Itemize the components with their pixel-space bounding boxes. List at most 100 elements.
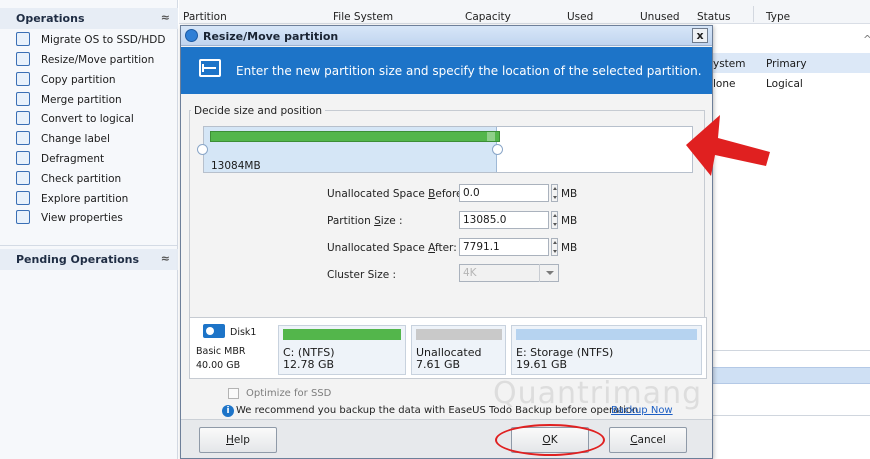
copy-icon (16, 72, 30, 86)
partition-size: 12.78 GB (283, 358, 335, 371)
disk-icon (203, 324, 225, 338)
right-resize-handle[interactable] (492, 144, 503, 155)
dialog-titlebar[interactable]: Resize/Move partition x (181, 26, 712, 46)
merge-icon (16, 92, 30, 106)
column-header-capacity[interactable]: Capacity (465, 11, 511, 23)
partition-used-bar (210, 131, 500, 142)
column-header-used[interactable]: Used (567, 11, 593, 23)
unallocated-before-label: Unallocated Space Before: (327, 188, 467, 200)
disk-map: Disk1 Basic MBR 40.00 GB C: (NTFS) 12.78… (189, 317, 707, 379)
cancel-button[interactable]: Cancel (609, 427, 687, 453)
table-cell-type: Primary (766, 58, 807, 70)
sidebar-item-label: Migrate OS to SSD/HDD (41, 34, 166, 46)
operations-header[interactable]: Operations ≈ (0, 8, 178, 29)
disk-partition-unallocated[interactable]: Unallocated 7.61 GB (411, 325, 506, 375)
optimize-ssd-checkbox[interactable] (228, 388, 239, 399)
sidebar-item-label: Convert to logical (41, 113, 134, 125)
chevron-down-icon[interactable] (539, 264, 559, 282)
optimize-ssd-label: Optimize for SSD (246, 388, 332, 399)
dialog-banner: Enter the new partition size and specify… (181, 47, 712, 94)
defragment-icon (16, 151, 30, 165)
size-spinner[interactable] (551, 211, 558, 229)
unallocated-after-label: Unallocated Space After: (327, 242, 457, 254)
sidebar-divider (0, 245, 178, 246)
cluster-size-label: Cluster Size : (327, 269, 397, 281)
sidebar-item-label: Resize/Move partition (41, 54, 155, 66)
sidebar-item-check-partition[interactable]: Check partition (0, 169, 178, 189)
column-header-file-system[interactable]: File System (333, 11, 393, 23)
app-icon (185, 29, 198, 42)
sidebar-item-label: View properties (41, 212, 123, 224)
group-label: Decide size and position (191, 105, 326, 117)
after-spinner[interactable] (551, 238, 558, 256)
partition-color-bar (516, 329, 697, 340)
column-header-type[interactable]: Type (766, 11, 790, 23)
backup-recommendation-text: We recommend you backup the data with Ea… (236, 405, 642, 416)
partition-size-input[interactable]: 13085.0 (459, 211, 549, 229)
disk-type: Basic MBR (196, 346, 246, 357)
partition-size: 7.61 GB (416, 358, 461, 371)
table-cell-status: ystem (713, 58, 746, 70)
info-icon: i (222, 405, 234, 417)
disk-panel-divider (712, 415, 870, 416)
collapse-pending-icon[interactable]: ≈ (161, 252, 170, 265)
partition-color-bar (416, 329, 502, 340)
column-separator (753, 6, 754, 22)
column-header-status[interactable]: Status (697, 11, 730, 23)
sidebar-item-view-properties[interactable]: View properties (0, 208, 178, 228)
resize-icon (16, 52, 30, 66)
disk-map-strip[interactable] (712, 367, 870, 384)
label-icon (16, 131, 30, 145)
scroll-up-icon[interactable]: ^ (863, 34, 870, 46)
partition-size-field-label: Partition Size : (327, 215, 403, 227)
unit-label: MB (561, 242, 578, 254)
backup-now-link[interactable]: Backup Now (611, 405, 673, 416)
sidebar-item-resize-move[interactable]: Resize/Move partition (0, 50, 178, 70)
before-spinner[interactable] (551, 184, 558, 202)
pending-operations-title: Pending Operations (16, 253, 140, 266)
sidebar-item-change-label[interactable]: Change label (0, 129, 178, 149)
partition-size-label: 13084MB (211, 160, 261, 172)
unit-label: MB (561, 188, 578, 200)
sidebar-item-label: Merge partition (41, 94, 122, 106)
column-header-unused[interactable]: Unused (640, 11, 680, 23)
sidebar-item-label: Change label (41, 133, 110, 145)
banner-text: Enter the new partition size and specify… (236, 64, 702, 78)
unallocated-after-input[interactable]: 7791.1 (459, 238, 549, 256)
sidebar-item-explore-partition[interactable]: Explore partition (0, 189, 178, 209)
disk-partition-c[interactable]: C: (NTFS) 12.78 GB (278, 325, 406, 375)
collapse-operations-icon[interactable]: ≈ (161, 11, 170, 24)
partition-resize-bar[interactable] (203, 126, 693, 173)
operations-title: Operations (16, 12, 85, 25)
disk-size: 40.00 GB (196, 360, 241, 371)
resize-icon (199, 59, 221, 77)
left-resize-handle[interactable] (197, 144, 208, 155)
disk-panel-divider (712, 350, 870, 351)
partition-size: 19.61 GB (516, 358, 568, 371)
explore-icon (16, 191, 30, 205)
disk-partition-e[interactable]: E: Storage (NTFS) 19.61 GB (511, 325, 702, 375)
column-header-partition[interactable]: Partition (183, 11, 227, 23)
resize-move-dialog: Resize/Move partition x Enter the new pa… (180, 25, 713, 459)
close-button[interactable]: x (692, 28, 708, 43)
properties-icon (16, 210, 30, 224)
sidebar-item-defragment[interactable]: Defragment (0, 149, 178, 169)
migrate-icon (16, 32, 30, 46)
sidebar-item-merge-partition[interactable]: Merge partition (0, 90, 178, 110)
unit-label: MB (561, 215, 578, 227)
table-cell-status: lone (713, 78, 736, 90)
partition-color-bar (283, 329, 401, 340)
sidebar-item-label: Defragment (41, 153, 105, 165)
pending-operations-header[interactable]: Pending Operations ≈ (0, 249, 178, 270)
sidebar-item-migrate-os[interactable]: Migrate OS to SSD/HDD (0, 30, 178, 50)
check-icon (16, 171, 30, 185)
unallocated-before-input[interactable]: 0.0 (459, 184, 549, 202)
sidebar-item-convert-logical[interactable]: Convert to logical (0, 109, 178, 129)
sidebar-item-label: Check partition (41, 173, 122, 185)
table-cell-type: Logical (766, 78, 803, 90)
help-button[interactable]: Help (199, 427, 277, 453)
sidebar-item-label: Explore partition (41, 193, 129, 205)
sidebar-item-copy-partition[interactable]: Copy partition (0, 70, 178, 90)
dialog-title: Resize/Move partition (203, 30, 339, 43)
convert-icon (16, 111, 30, 125)
